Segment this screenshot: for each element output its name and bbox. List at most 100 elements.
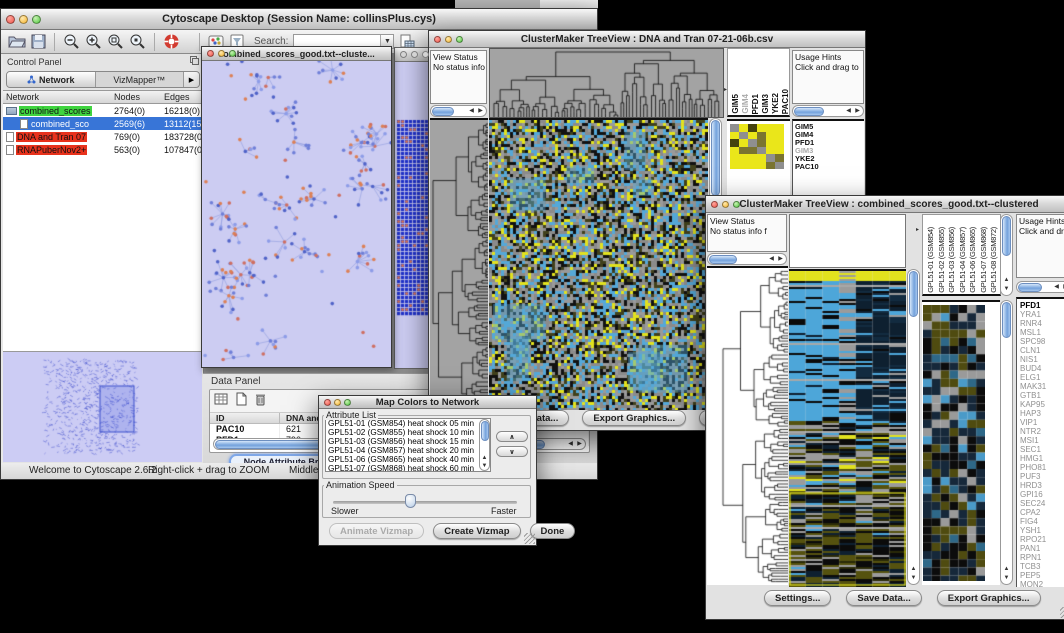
scroll-down-icon[interactable]: ▼ xyxy=(1004,285,1010,294)
gene-label[interactable]: HRD3 xyxy=(1020,481,1064,490)
close-button[interactable] xyxy=(6,15,15,24)
gene-label[interactable]: PUF3 xyxy=(1020,472,1064,481)
minimize-button[interactable] xyxy=(445,36,452,43)
gene-label[interactable]: GTB1 xyxy=(1020,391,1064,400)
scroll-left-icon[interactable]: ◀ xyxy=(767,254,776,264)
dialog-titlebar[interactable]: Map Colors to Network xyxy=(319,396,536,409)
speed-slider-track[interactable] xyxy=(333,501,517,504)
tv2-settings-button[interactable]: Settings... xyxy=(764,590,831,606)
scroll-down-icon[interactable]: ▼ xyxy=(911,574,917,583)
tab-overflow-button[interactable]: ▶ xyxy=(183,72,199,87)
gene-label[interactable]: HMG1 xyxy=(1020,454,1064,463)
attribute-item[interactable]: GPL51-06 (GSM865) heat shock 40 min xyxy=(326,455,490,464)
animate-vizmap-button[interactable]: Animate Vizmap xyxy=(329,523,424,539)
tv2-heatmap[interactable] xyxy=(789,269,906,587)
scroll-up-icon[interactable]: ▲ xyxy=(482,454,488,462)
close-button[interactable] xyxy=(711,201,718,208)
network-table-row[interactable]: DNA and Tran 07769(0)183728(0) xyxy=(3,130,203,143)
minimize-button[interactable] xyxy=(411,51,418,58)
zoom-out-icon[interactable] xyxy=(63,33,80,50)
tv2-save-data-button[interactable]: Save Data... xyxy=(846,590,921,606)
gene-label[interactable]: CPA2 xyxy=(1020,508,1064,517)
gene-label[interactable]: PEP5 xyxy=(1020,571,1064,580)
scroll-up-icon[interactable]: ▲ xyxy=(911,565,917,574)
float-panel-icon[interactable] xyxy=(190,56,199,67)
minimize-button[interactable] xyxy=(218,50,225,57)
gene-label[interactable]: SPC98 xyxy=(1020,337,1064,346)
scroll-right-icon[interactable]: ▶ xyxy=(476,106,485,116)
minimize-button[interactable] xyxy=(19,15,28,24)
tv2-zoom-vscrollbar[interactable]: ▲▼ xyxy=(1000,300,1013,585)
close-button[interactable] xyxy=(434,36,441,43)
gene-label[interactable]: RNR4 xyxy=(1020,319,1064,328)
gene-label[interactable]: RPO21 xyxy=(1020,535,1064,544)
resize-grip[interactable] xyxy=(524,533,535,544)
attribute-item[interactable]: GPL51-03 (GSM856) heat shock 15 min xyxy=(326,437,490,446)
new-attribute-icon[interactable] xyxy=(234,392,248,411)
tv2-hints-hscrollbar[interactable]: ◀▶ xyxy=(1016,281,1064,293)
select-attributes-icon[interactable] xyxy=(214,392,228,411)
create-vizmap-button[interactable]: Create Vizmap xyxy=(433,523,520,539)
attribute-item[interactable]: GPL51-04 (GSM857) heat shock 20 min xyxy=(326,446,490,455)
done-button[interactable]: Done xyxy=(530,523,576,539)
gene-label[interactable]: PHO81 xyxy=(1020,463,1064,472)
gene-label[interactable]: GPI16 xyxy=(1020,490,1064,499)
gene-label[interactable]: TCB3 xyxy=(1020,562,1064,571)
zoom-button[interactable] xyxy=(456,36,463,43)
tv2-export-graphics-button[interactable]: Export Graphics... xyxy=(937,590,1041,606)
gene-label[interactable]: BUD4 xyxy=(1020,364,1064,373)
gene-label[interactable]: VIP1 xyxy=(1020,418,1064,427)
network-canvas[interactable] xyxy=(202,61,391,367)
delete-attribute-icon[interactable] xyxy=(254,392,267,411)
tv1-hints-hscrollbar[interactable]: ◀▶ xyxy=(792,105,864,117)
tv2-status-hscrollbar[interactable]: ◀▶ xyxy=(707,253,787,265)
gene-label[interactable]: PFD1 xyxy=(1020,301,1064,310)
gene-label[interactable]: RPN1 xyxy=(1020,553,1064,562)
gene-label[interactable]: NTR2 xyxy=(1020,427,1064,436)
scroll-up-icon[interactable]: ▲ xyxy=(1004,565,1010,574)
gene-label[interactable]: MSL1 xyxy=(1020,328,1064,337)
tv2-gene-dendrogram[interactable] xyxy=(707,266,788,585)
gene-label[interactable]: KAP95 xyxy=(1020,400,1064,409)
tv2-zoom-heatmap[interactable] xyxy=(923,305,985,581)
gene-label[interactable]: PAN1 xyxy=(1020,544,1064,553)
attribute-item[interactable]: GPL51-01 (GSM854) heat shock 05 min xyxy=(326,419,490,428)
minimize-button[interactable] xyxy=(722,201,729,208)
zoom-button[interactable] xyxy=(344,399,351,406)
tv2-heatmap-vscrollbar[interactable]: ▲▼ xyxy=(907,269,920,585)
attribute-item[interactable]: GPL51-07 (GSM868) heat shock 60 min xyxy=(326,464,490,472)
gene-label[interactable]: YRA1 xyxy=(1020,310,1064,319)
tv1-status-hscrollbar[interactable]: ◀▶ xyxy=(430,105,487,117)
move-up-button[interactable]: ∧ xyxy=(496,431,528,442)
zoom-button[interactable] xyxy=(229,50,236,57)
network-table-row[interactable]: combined_sco2569(6)13112(15) xyxy=(3,117,203,130)
tab-vizmapper[interactable]: VizMapper™ xyxy=(96,72,184,87)
zoom-button[interactable] xyxy=(32,15,41,24)
zoom-button[interactable] xyxy=(733,201,740,208)
close-button[interactable] xyxy=(324,399,331,406)
scroll-up-icon[interactable]: ▲ xyxy=(1004,276,1010,285)
gene-label[interactable]: HAP3 xyxy=(1020,409,1064,418)
open-session-icon[interactable] xyxy=(8,34,26,50)
scroll-left-icon[interactable]: ◀ xyxy=(467,106,476,116)
network-tree-area[interactable] xyxy=(3,156,203,352)
scroll-down-icon[interactable]: ▼ xyxy=(1004,574,1010,583)
move-down-button[interactable]: ∨ xyxy=(496,446,528,457)
gene-label[interactable]: PAC10 xyxy=(795,163,864,171)
tv1-similarity-matrix[interactable] xyxy=(730,124,784,169)
main-titlebar[interactable]: Cytoscape Desktop (Session Name: collins… xyxy=(1,9,597,30)
zoom-selected-icon[interactable] xyxy=(129,33,146,50)
tv1-heatmap[interactable] xyxy=(489,118,708,410)
network-overview-canvas[interactable] xyxy=(3,352,202,462)
attribute-list-vscrollbar[interactable]: ▲ ▼ xyxy=(479,419,490,471)
save-session-icon[interactable] xyxy=(31,34,46,49)
gene-label[interactable]: FIG4 xyxy=(1020,517,1064,526)
zoom-in-icon[interactable] xyxy=(85,33,102,50)
scroll-right-icon[interactable]: ▶ xyxy=(575,439,584,449)
gene-label[interactable]: CLN1 xyxy=(1020,346,1064,355)
attribute-item[interactable]: GPL51-02 (GSM855) heat shock 10 min xyxy=(326,428,490,437)
gene-label[interactable]: ELG1 xyxy=(1020,373,1064,382)
close-button[interactable] xyxy=(400,51,407,58)
network-table-row[interactable]: RNAPuberNov2+563(0)107847(0) xyxy=(3,143,203,156)
minimize-button[interactable] xyxy=(334,399,341,406)
